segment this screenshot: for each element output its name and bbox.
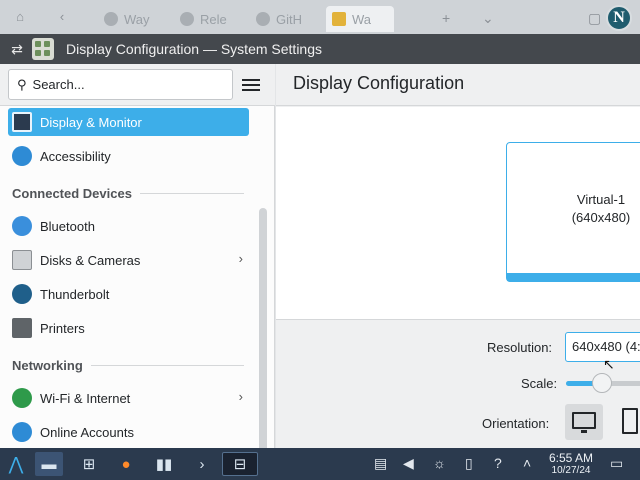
sidebar-item-display-monitor[interactable]: Display & Monitor bbox=[8, 108, 249, 136]
output-resolution: (640x480) bbox=[571, 210, 631, 225]
window-title: Display Configuration — System Settings bbox=[66, 41, 322, 57]
expand-tray-icon[interactable]: ˄ bbox=[523, 455, 531, 471]
browser-tab-active[interactable]: Wa bbox=[326, 6, 394, 32]
accessibility-icon bbox=[12, 146, 32, 166]
orientation-portrait-button[interactable] bbox=[614, 404, 640, 440]
scale-slider-handle[interactable] bbox=[592, 373, 612, 393]
monitor-icon bbox=[12, 112, 32, 132]
taskbar: ⋀ ▬ ⊞ ● ▮▮ › ⊟ ▤ ◀ ☼ ▯ ? ˄ 6:55 AM 10/27… bbox=[0, 448, 640, 480]
help-icon[interactable]: ? bbox=[494, 455, 502, 471]
sidebar-nav: Display & Monitor Accessibility Connecte… bbox=[0, 106, 260, 448]
tab-label: Wa bbox=[352, 11, 372, 27]
output-primary-bar bbox=[507, 273, 640, 281]
sidebar-item-label: Thunderbolt bbox=[40, 286, 110, 302]
output-label: Virtual-1 (640x480) bbox=[507, 191, 640, 227]
section-heading-networking: Networking bbox=[12, 358, 244, 373]
bag-icon[interactable]: ⌂ bbox=[12, 10, 28, 24]
task-terminal-icon[interactable]: › bbox=[188, 452, 216, 476]
search-input[interactable] bbox=[32, 77, 203, 92]
main-header: Display Configuration bbox=[276, 64, 640, 106]
browser-tab[interactable]: Rele bbox=[174, 6, 233, 32]
clock-time: 6:55 AM bbox=[548, 451, 594, 465]
chevron-down-icon[interactable]: ⌄ bbox=[482, 10, 494, 34]
sidebar-item-label: Wi-Fi & Internet bbox=[40, 390, 131, 406]
thunderbolt-icon bbox=[12, 284, 32, 304]
search-field[interactable]: ⚲ bbox=[8, 69, 233, 100]
task-firefox-icon[interactable]: ● bbox=[112, 452, 140, 476]
online-accounts-icon bbox=[12, 422, 32, 442]
clock[interactable]: 6:55 AM 10/27/24 bbox=[545, 451, 597, 477]
sidebar-item-online-accounts[interactable]: Online Accounts bbox=[8, 418, 249, 446]
search-icon: ⚲ bbox=[17, 76, 27, 92]
scale-label: Scale: bbox=[521, 376, 558, 391]
sidebar-item-wifi-internet[interactable]: Wi-Fi & Internet › bbox=[8, 384, 249, 412]
chevron-right-icon: › bbox=[238, 389, 243, 404]
browser-tab-strip: ⌂ ‹ Way Rele GitH Wa + ⌄ ▢ N bbox=[0, 0, 640, 34]
output-virtual-1[interactable]: Virtual-1 (640x480) bbox=[506, 142, 640, 282]
sidebar-toolbar: ⚲ bbox=[0, 64, 275, 106]
task-discover-icon[interactable]: ⊞ bbox=[75, 452, 103, 476]
clock-date: 10/27/24 bbox=[551, 465, 591, 476]
portrait-monitor-icon bbox=[622, 408, 638, 434]
bluetooth-icon bbox=[12, 216, 32, 236]
window-titlebar: ⇄ Display Configuration — System Setting… bbox=[0, 34, 640, 64]
sidebar-item-label: Disks & Cameras bbox=[40, 252, 141, 268]
mouse-cursor-icon: ↖ bbox=[603, 356, 615, 372]
hamburger-menu-icon[interactable] bbox=[242, 76, 260, 94]
sidebar-item-printers[interactable]: Printers bbox=[8, 314, 249, 342]
github-icon bbox=[256, 12, 270, 26]
brightness-icon[interactable]: ☼ bbox=[433, 455, 446, 471]
sidebar-item-label: Printers bbox=[40, 320, 85, 336]
sidebar-item-label: Online Accounts bbox=[40, 424, 134, 440]
tab-label: Way bbox=[124, 11, 150, 27]
sidebar-item-accessibility[interactable]: Accessibility bbox=[8, 142, 249, 170]
tab-label: Rele bbox=[200, 11, 227, 27]
task-console-icon[interactable]: ▮▮ bbox=[150, 452, 178, 476]
profile-avatar[interactable]: N bbox=[606, 5, 632, 31]
browser-tab[interactable]: Way bbox=[98, 6, 156, 32]
sidebar-item-label: Accessibility bbox=[40, 148, 111, 164]
sidebar-item-bluetooth[interactable]: Bluetooth bbox=[8, 212, 249, 240]
output-name: Virtual-1 bbox=[576, 192, 626, 207]
sidebar-scrollbar[interactable] bbox=[259, 208, 267, 456]
restore-icon[interactable]: ▢ bbox=[588, 10, 601, 34]
task-system-settings-icon[interactable]: ⊟ bbox=[222, 452, 258, 476]
tab-favicon-icon bbox=[104, 12, 118, 26]
app-launcher-icon[interactable]: ⋀ bbox=[2, 452, 30, 476]
main-pane: Display Configuration Virtual-1 (640x480… bbox=[276, 64, 640, 448]
orientation-label: Orientation: bbox=[482, 416, 550, 431]
tab-favicon-icon bbox=[332, 12, 346, 26]
browser-tab[interactable]: GitH bbox=[250, 6, 308, 32]
sidebar-item-thunderbolt[interactable]: Thunderbolt bbox=[8, 280, 249, 308]
system-settings-app-icon bbox=[32, 38, 54, 60]
show-desktop-icon[interactable]: ▭ bbox=[610, 455, 623, 472]
back-icon[interactable]: ‹ bbox=[54, 10, 70, 24]
sidebar-item-disks-cameras[interactable]: Disks & Cameras › bbox=[8, 246, 249, 274]
globe-icon bbox=[12, 388, 32, 408]
resolution-label: Resolution: bbox=[487, 340, 553, 355]
printer-icon bbox=[12, 318, 32, 338]
landscape-monitor-icon bbox=[572, 412, 596, 433]
screen-layout-canvas[interactable]: Virtual-1 (640x480) bbox=[276, 107, 640, 320]
battery-icon[interactable]: ▯ bbox=[465, 455, 473, 472]
sidebar-item-label: Bluetooth bbox=[40, 218, 95, 234]
clipboard-icon[interactable]: ▤ bbox=[374, 455, 387, 472]
sidebar: ⚲ Display & Monitor Accessibility Connec… bbox=[0, 64, 275, 448]
task-files-icon[interactable]: ▬ bbox=[35, 452, 63, 476]
new-tab-icon[interactable]: + bbox=[442, 10, 450, 34]
tab-label: GitH bbox=[276, 11, 302, 27]
window-menu-icon[interactable]: ⇄ bbox=[6, 38, 28, 60]
section-heading-connected-devices: Connected Devices bbox=[12, 186, 244, 201]
sidebar-item-label: Display & Monitor bbox=[40, 114, 142, 130]
volume-icon[interactable]: ◀ bbox=[403, 455, 414, 472]
disk-icon bbox=[12, 250, 32, 270]
chevron-right-icon: › bbox=[238, 251, 243, 266]
page-title: Display Configuration bbox=[293, 73, 465, 93]
github-icon bbox=[180, 12, 194, 26]
orientation-landscape-button[interactable] bbox=[565, 404, 603, 440]
